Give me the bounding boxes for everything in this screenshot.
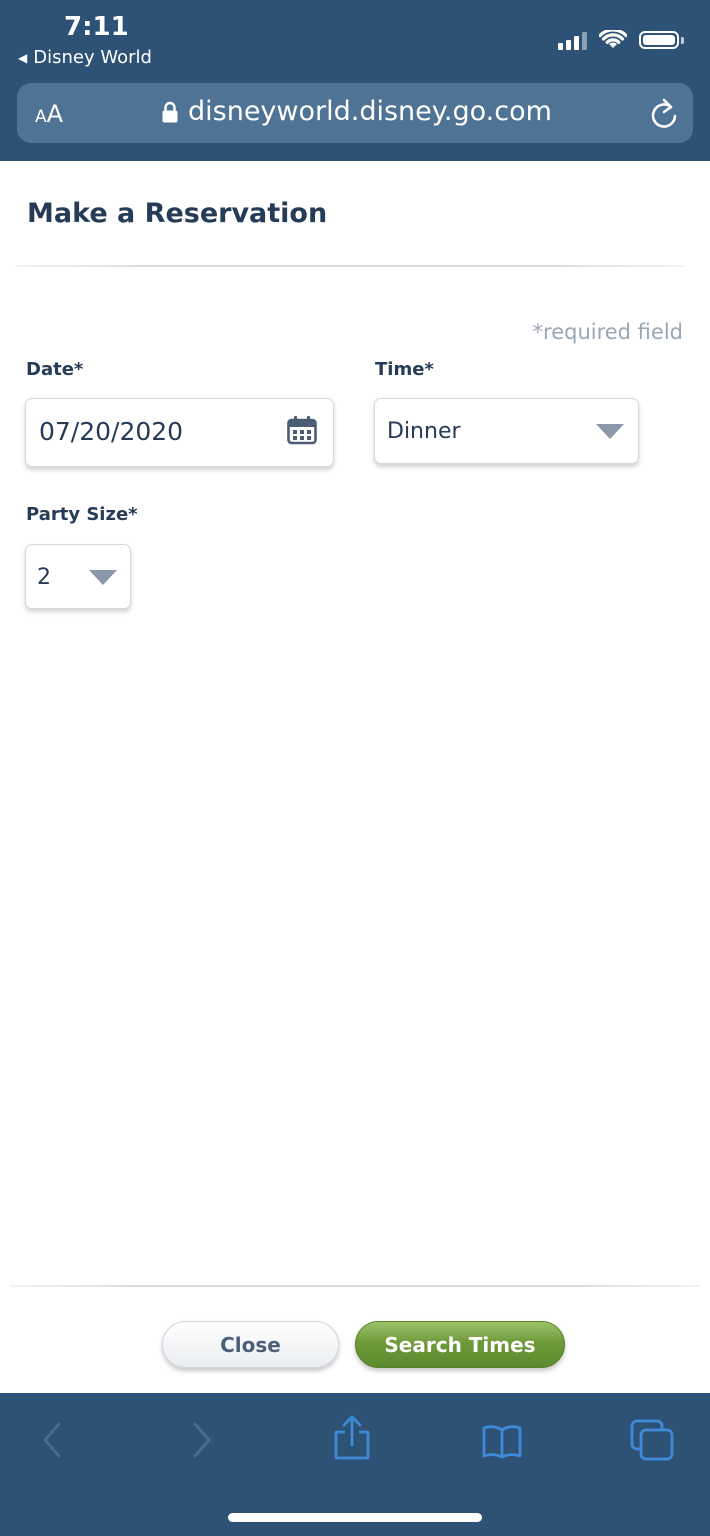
- battery-icon: [639, 31, 684, 49]
- url-text: disneyworld.disney.go.com: [188, 96, 552, 127]
- party-size-dropdown-caret-icon: [89, 570, 117, 585]
- bookmarks-icon[interactable]: [481, 1423, 523, 1459]
- close-button[interactable]: Close: [162, 1321, 339, 1368]
- tabs-icon[interactable]: [630, 1419, 674, 1461]
- lock-icon: [162, 101, 178, 122]
- address-bar[interactable]: AA disneyworld.disney.go.com: [17, 83, 693, 143]
- reload-icon[interactable]: [649, 98, 679, 130]
- title-divider: [15, 265, 685, 267]
- cellular-signal-icon: [558, 30, 587, 50]
- text-size-button[interactable]: AA: [35, 100, 63, 128]
- date-field[interactable]: 07/20/2020: [25, 398, 334, 467]
- forward-icon[interactable]: [190, 1421, 214, 1459]
- time-select-value: Dinner: [387, 419, 461, 444]
- share-icon[interactable]: [333, 1415, 371, 1461]
- page-title: Make a Reservation: [27, 198, 328, 229]
- party-size-value: 2: [37, 565, 51, 590]
- party-size-label: Party Size*: [26, 504, 138, 525]
- date-label: Date*: [26, 359, 84, 380]
- time-dropdown-caret-icon: [596, 424, 624, 439]
- back-icon[interactable]: [40, 1421, 64, 1459]
- back-to-app-link[interactable]: ◀ Disney World: [18, 47, 152, 68]
- url-display[interactable]: disneyworld.disney.go.com: [162, 96, 552, 127]
- browser-top-chrome: 7:11 ◀ Disney World AA disneyworld.disne…: [0, 0, 710, 161]
- back-app-label: Disney World: [33, 47, 152, 68]
- time-label: Time*: [375, 359, 434, 380]
- wifi-icon: [599, 30, 627, 48]
- calendar-icon[interactable]: [287, 415, 317, 445]
- date-value: 07/20/2020: [39, 417, 184, 446]
- status-time: 7:11: [64, 12, 129, 42]
- time-select[interactable]: Dinner: [374, 398, 639, 464]
- home-indicator: [228, 1513, 482, 1522]
- required-field-note: *required field: [532, 320, 683, 344]
- search-times-button[interactable]: Search Times: [355, 1321, 565, 1368]
- back-triangle-icon: ◀: [18, 50, 28, 65]
- footer-divider: [10, 1285, 700, 1287]
- party-size-select[interactable]: 2: [25, 544, 131, 609]
- status-icons: [558, 30, 684, 50]
